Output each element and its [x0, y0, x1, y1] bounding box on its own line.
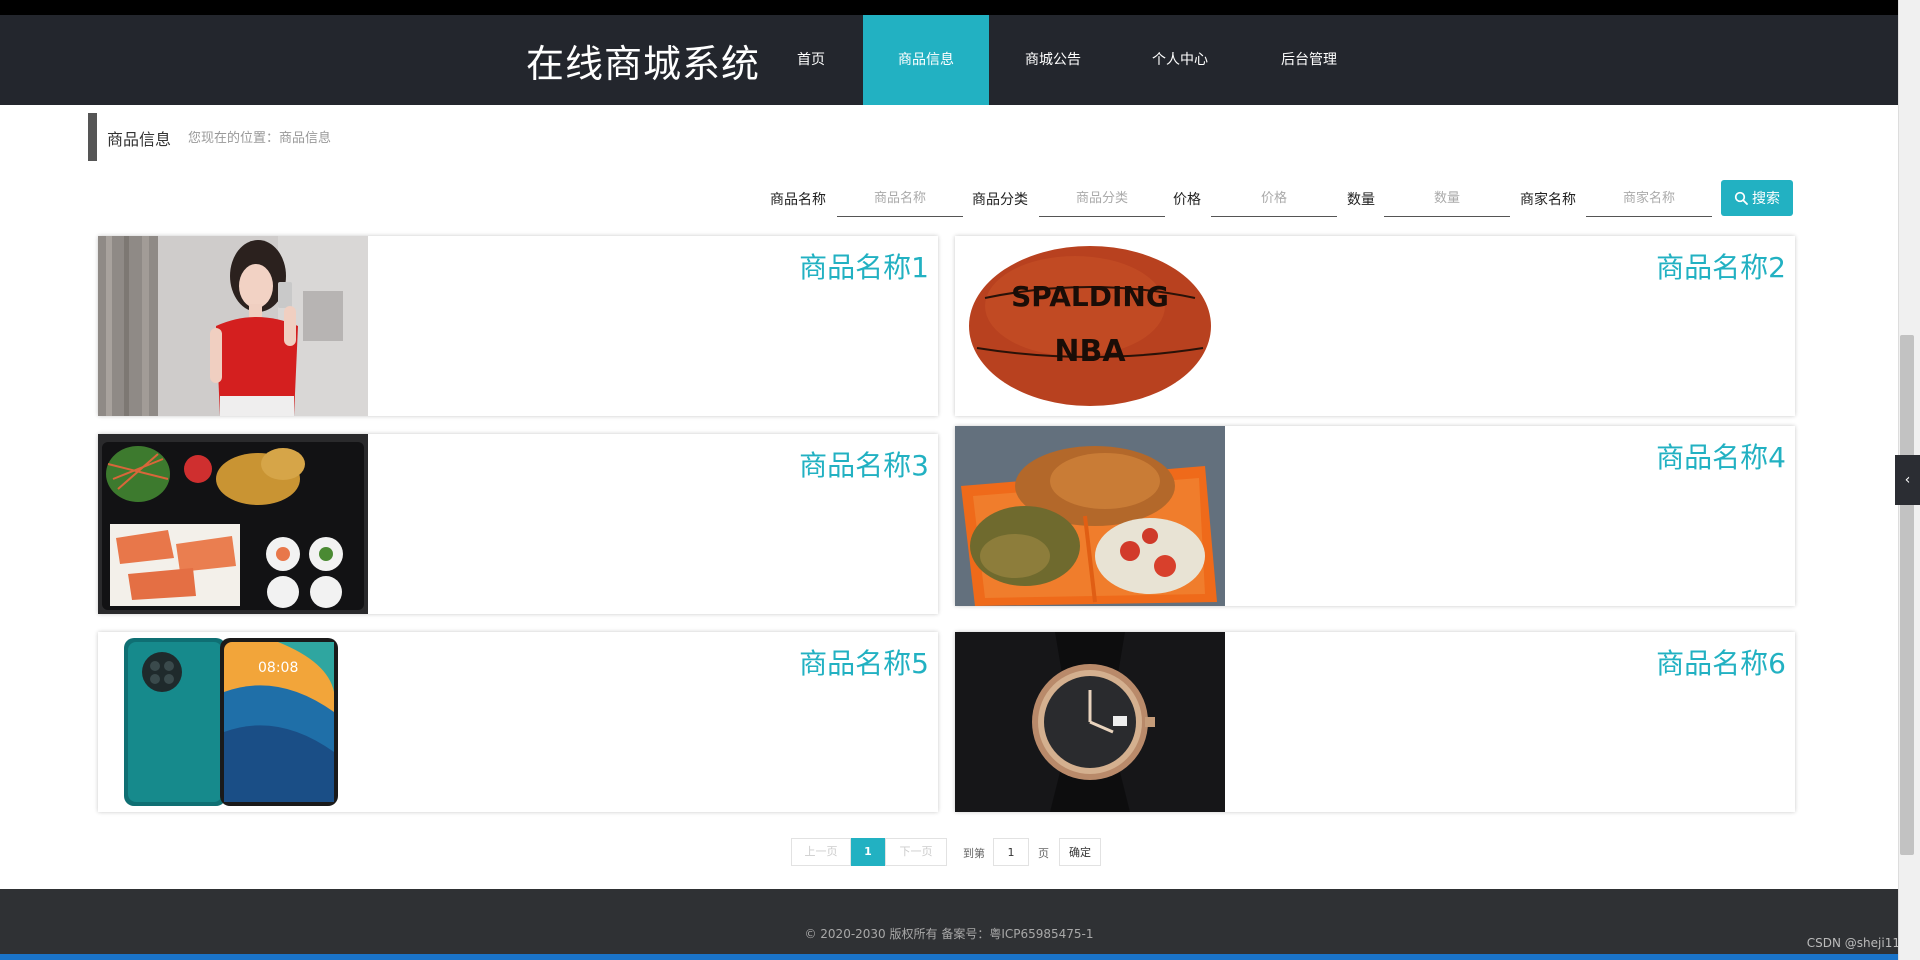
nav-products[interactable]: 商品信息 — [863, 15, 989, 105]
top-strip — [0, 0, 1920, 15]
product-card-3[interactable]: 商品名称3 — [98, 434, 938, 614]
search-input-price[interactable] — [1211, 181, 1337, 217]
breadcrumb-marker — [88, 113, 97, 161]
footer: © 2020-2030 版权所有 备案号：粤ICP65985475-1 — [0, 889, 1898, 960]
product-image-6 — [955, 632, 1225, 812]
scrollbar-thumb[interactable] — [1900, 335, 1914, 855]
pagination-confirm-button[interactable]: 确定 — [1059, 838, 1101, 866]
product-card-2[interactable]: SPALDING NBA 商品名称2 — [955, 236, 1795, 416]
product-image-3 — [98, 434, 368, 614]
nav-profile[interactable]: 个人中心 — [1135, 15, 1225, 105]
svg-text:08:08: 08:08 — [258, 660, 298, 676]
search-label-merchant: 商家名称 — [1520, 192, 1576, 208]
footer-copyright: © 2020-2030 版权所有 备案号：粤ICP65985475-1 — [804, 927, 1094, 941]
search-button-label: 搜索 — [1752, 191, 1780, 207]
site-title: 在线商城系统 — [526, 42, 761, 86]
product-image-1 — [98, 236, 368, 416]
search-input-name[interactable] — [837, 181, 963, 217]
product-card-5[interactable]: 08:08 商品名称5 — [98, 632, 938, 812]
search-input-quantity[interactable] — [1384, 181, 1510, 217]
product-image-2: SPALDING NBA — [955, 236, 1225, 416]
product-image-5: 08:08 — [98, 632, 368, 812]
search-icon — [1734, 191, 1748, 205]
bottom-strip — [0, 954, 1920, 960]
product-image-4 — [955, 426, 1225, 606]
nav-admin[interactable]: 后台管理 — [1264, 15, 1354, 105]
search-input-merchant[interactable] — [1586, 181, 1712, 217]
search-input-category[interactable] — [1039, 181, 1165, 217]
product-name-2: 商品名称2 — [1656, 251, 1786, 284]
search-label-price: 价格 — [1173, 192, 1201, 208]
product-name-4: 商品名称4 — [1656, 441, 1786, 474]
search-label-category: 商品分类 — [972, 192, 1028, 208]
pagination-page-unit: 页 — [1038, 847, 1049, 860]
product-name-5: 商品名称5 — [799, 647, 929, 680]
pagination-next[interactable]: 下一页 — [885, 838, 947, 866]
product-name-6: 商品名称6 — [1656, 647, 1786, 680]
side-panel-toggle[interactable]: ‹ — [1895, 455, 1920, 505]
product-card-6[interactable]: 商品名称6 — [955, 632, 1795, 812]
svg-text:NBA: NBA — [1054, 334, 1126, 369]
pagination-prev[interactable]: 上一页 — [791, 838, 851, 866]
search-button[interactable]: 搜索 — [1721, 180, 1793, 216]
watermark: CSDN @sheji11 — [1806, 936, 1900, 950]
pagination-goto-label: 到第 — [963, 847, 985, 860]
top-navbar: 在线商城系统 首页 商品信息 商城公告 个人中心 后台管理 — [0, 15, 1898, 105]
nav-announcements[interactable]: 商城公告 — [1008, 15, 1098, 105]
product-name-1: 商品名称1 — [799, 251, 929, 284]
pagination-current[interactable]: 1 — [851, 838, 885, 866]
chevron-left-icon: ‹ — [1904, 472, 1911, 488]
breadcrumb-title: 商品信息 — [107, 130, 172, 149]
product-card-1[interactable]: 商品名称1 — [98, 236, 938, 416]
breadcrumb-location: 您现在的位置：商品信息 — [188, 131, 332, 146]
nav-home[interactable]: 首页 — [775, 15, 847, 105]
search-label-name: 商品名称 — [770, 192, 826, 208]
pagination-page-input[interactable] — [993, 838, 1029, 866]
product-card-4[interactable]: 商品名称4 — [955, 426, 1795, 606]
svg-text:SPALDING: SPALDING — [1011, 280, 1169, 313]
product-name-3: 商品名称3 — [799, 449, 929, 482]
search-label-quantity: 数量 — [1347, 192, 1375, 208]
